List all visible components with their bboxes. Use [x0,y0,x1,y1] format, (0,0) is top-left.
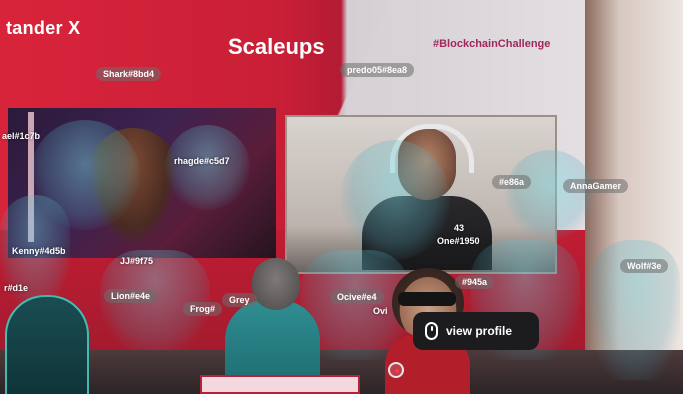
name-tag[interactable]: r#d1e [4,283,28,293]
virtual-room-scene: tander X Scaleups #BlockchainChallenge S… [0,0,683,394]
name-tag[interactable]: predo05#8ea8 [340,63,415,77]
name-tag[interactable]: AnnaGamer [563,179,629,193]
mouse-icon [425,322,438,340]
name-tag[interactable]: #e86a [492,175,532,189]
pointer-cursor-icon [388,362,404,378]
hashtag-text: #BlockchainChallenge [433,38,551,50]
name-tag[interactable]: Ocive#e4 [330,290,384,304]
name-tag[interactable]: Ovi [373,306,388,316]
name-tag[interactable]: #945a [455,275,495,289]
sunglasses-icon [398,292,456,306]
name-tag[interactable]: ael#1c7b [2,131,40,141]
name-tag[interactable]: Grey [222,293,257,307]
name-tag[interactable]: Shark#8bd4 [96,67,162,81]
bottom-banner [200,375,360,394]
name-tag[interactable]: Wolf#3e [620,259,669,273]
ghost-avatar[interactable] [340,140,450,260]
view-profile-button[interactable]: view profile [413,312,539,350]
name-tag[interactable]: Kenny#4d5b [12,246,66,256]
name-tag[interactable]: rhagde#c5d7 [174,156,230,166]
ghost-avatar[interactable] [505,150,595,240]
name-tag[interactable]: One#1950 [437,236,480,246]
brand-logo-text: tander X [6,18,81,38]
name-tag[interactable]: JJ#9f75 [120,256,153,266]
ghost-avatar[interactable] [165,125,250,210]
skeleton-avatar[interactable] [5,295,89,394]
name-tag[interactable]: Frog# [183,302,223,316]
name-tag[interactable]: 43 [454,223,464,233]
view-profile-label: view profile [446,324,513,338]
name-tag[interactable]: Lion#e4e [104,289,158,303]
teal-avatar-head[interactable] [252,258,300,310]
room-title: Scaleups [228,34,325,59]
